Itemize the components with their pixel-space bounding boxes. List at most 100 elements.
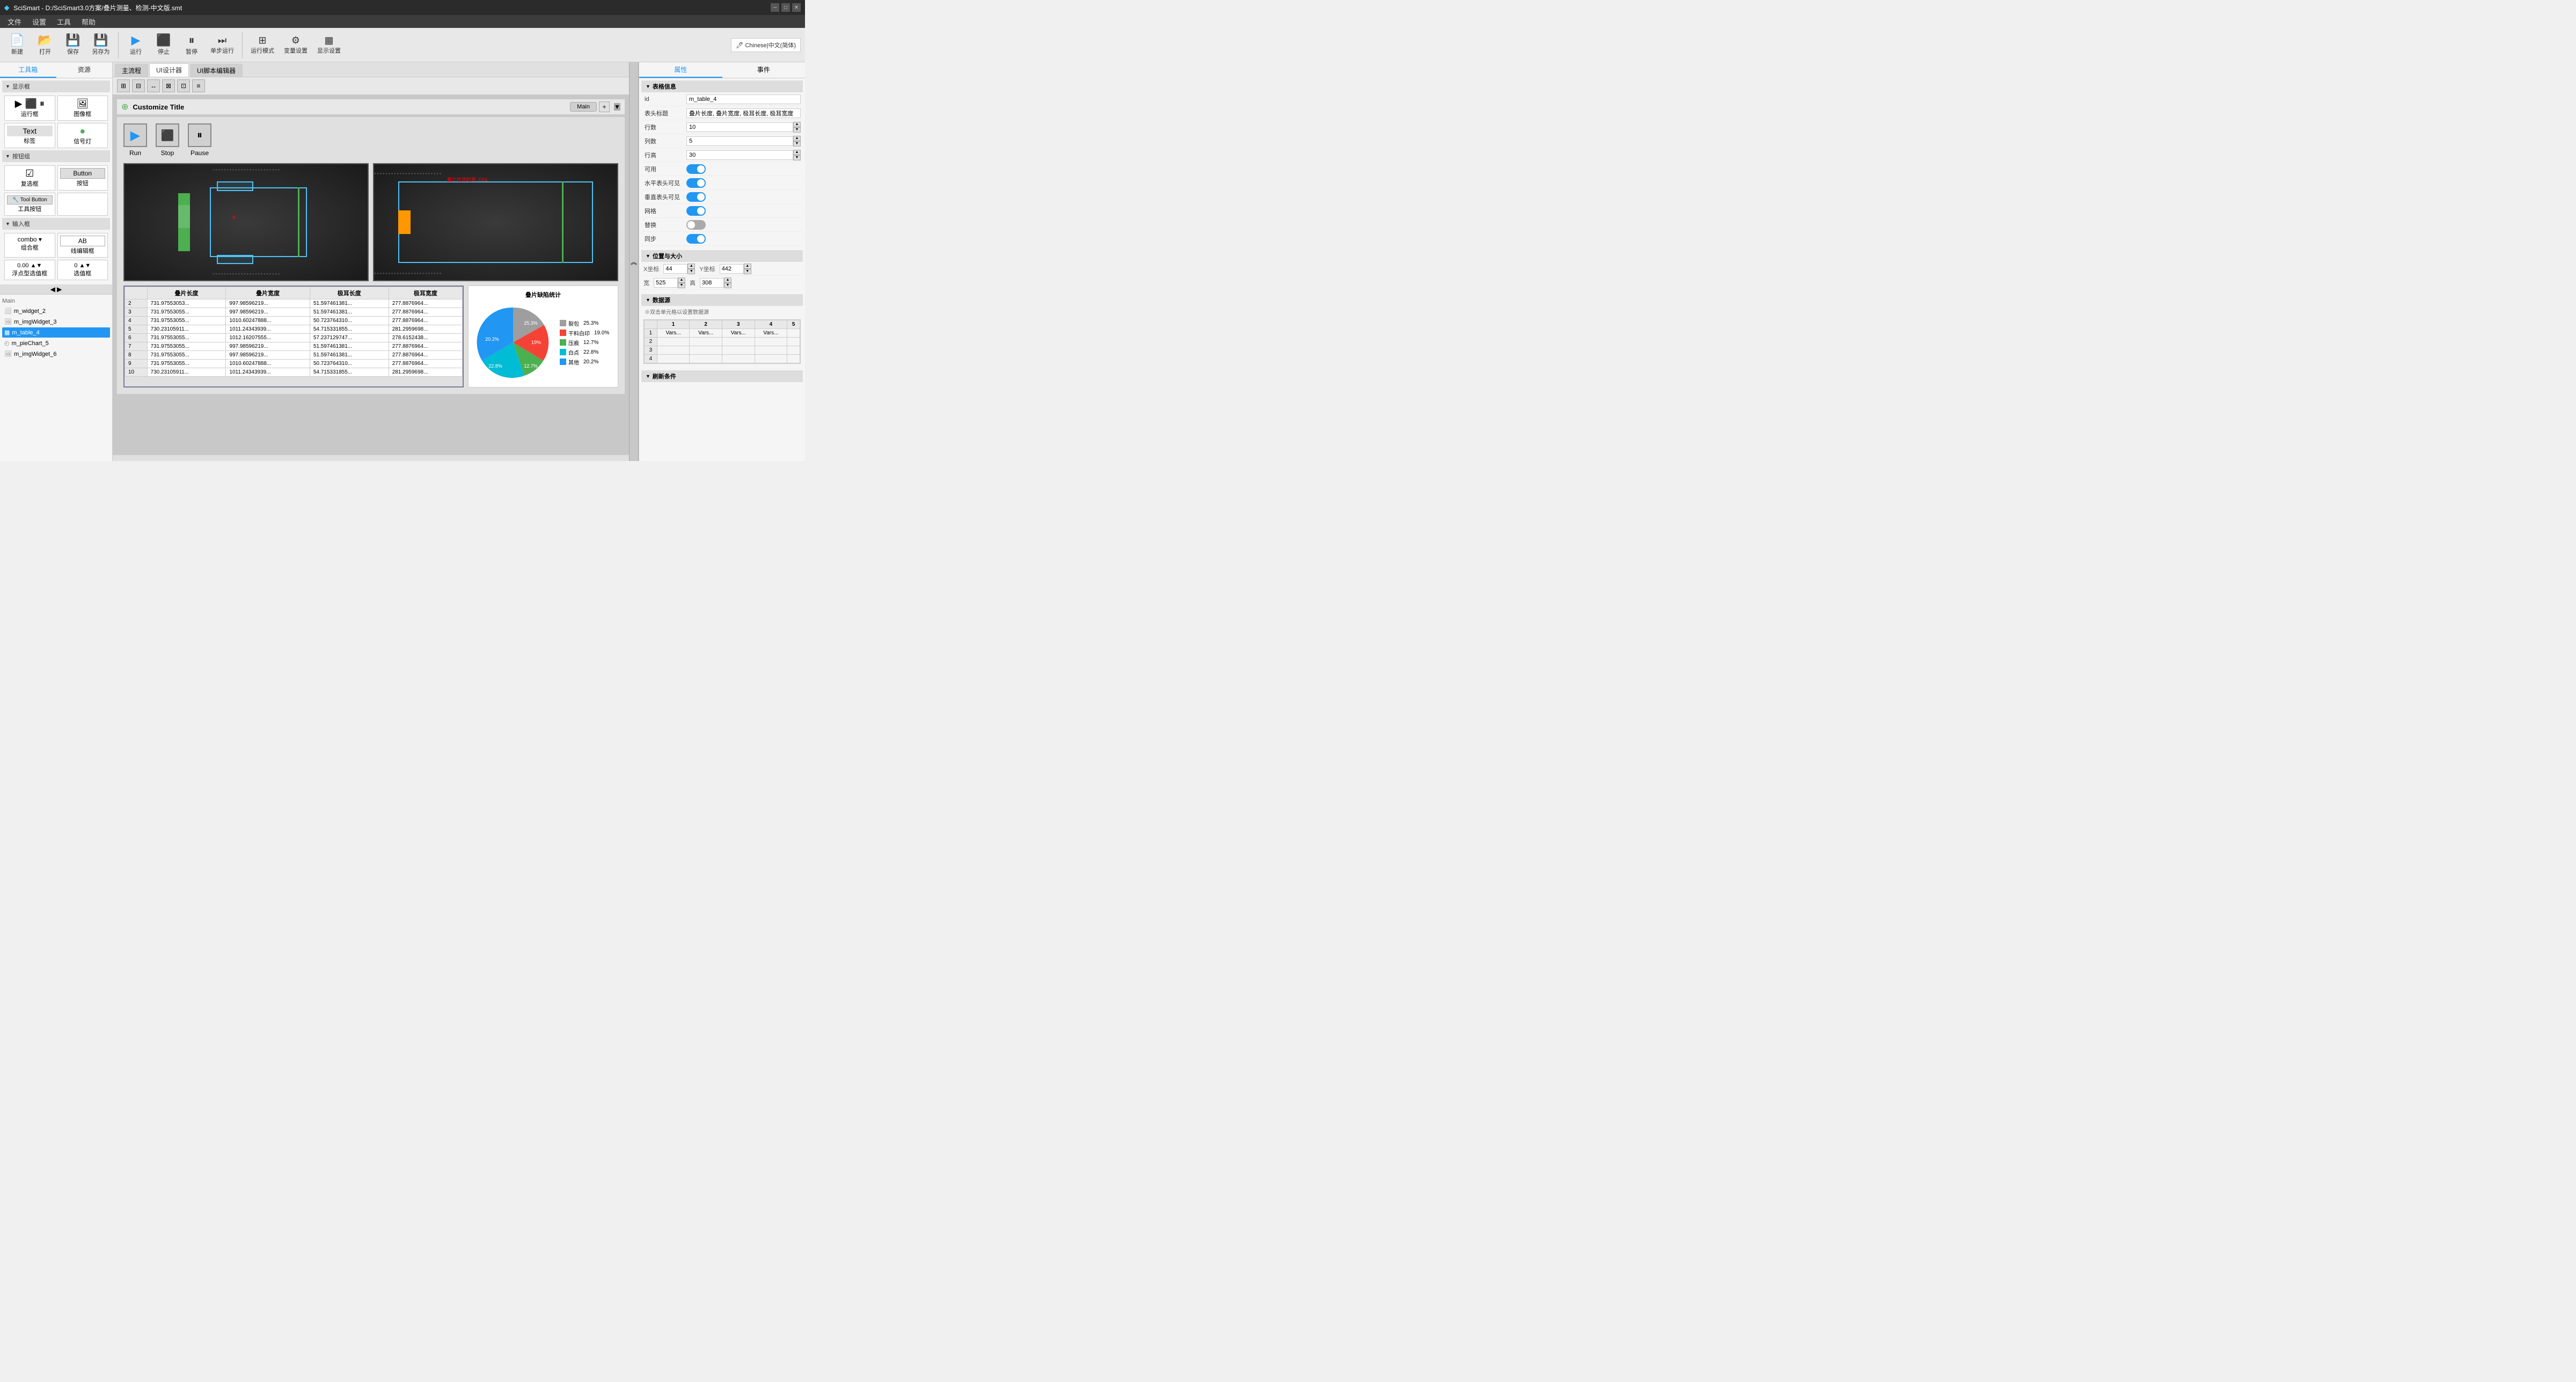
prop-input-id[interactable] (686, 94, 801, 104)
cell-5-3[interactable]: 277.8876964... (389, 342, 462, 351)
tab-resources[interactable]: 资源 (56, 62, 113, 78)
image-frame-item[interactable]: 🖼 图像框 (57, 96, 108, 121)
cell-4-0[interactable]: 731.97553055... (147, 334, 226, 342)
tab-ui-script[interactable]: UI脚本编辑器 (190, 64, 243, 77)
display-section-title[interactable]: 显示框 (2, 81, 110, 92)
canvas-run-button[interactable]: ▶ Run (123, 123, 147, 157)
ds-cell-0-2[interactable]: Vars... (722, 329, 755, 338)
prop-input-rowheight[interactable] (686, 150, 793, 160)
cell-1-0[interactable]: 731.97553055... (147, 308, 226, 317)
toggle-sync[interactable] (686, 234, 706, 244)
ds-cell-2-1[interactable] (690, 346, 722, 355)
table-info-title[interactable]: 表格信息 (641, 81, 803, 92)
cell-1-3[interactable]: 277.8876964... (389, 308, 462, 317)
cell-8-0[interactable]: 730.23105911... (147, 368, 226, 377)
ds-cell-0-4[interactable] (787, 329, 800, 338)
cell-6-1[interactable]: 997.98596219... (226, 351, 310, 360)
ds-cell-0-0[interactable]: Vars... (657, 329, 690, 338)
tree-item-widget2[interactable]: ⬜ m_widget_2 (2, 306, 110, 316)
prop-input-h[interactable] (700, 278, 724, 288)
run-mode-button[interactable]: ⊞ 运行模式 (247, 30, 278, 60)
menu-settings[interactable]: 设置 (27, 15, 52, 28)
ds-cell-1-3[interactable] (755, 338, 787, 346)
cell-0-2[interactable]: 51.597461381... (310, 299, 389, 308)
ds-cell-1-1[interactable] (690, 338, 722, 346)
display-settings-button[interactable]: ▦ 显示设置 (313, 30, 345, 60)
tree-item-table4[interactable]: ▦ m_table_4 (2, 327, 110, 338)
tab-toolbox[interactable]: 工具箱 (0, 62, 56, 78)
cols-spin-down[interactable]: ▼ (793, 141, 801, 147)
cell-2-3[interactable]: 277.8876964... (389, 317, 462, 325)
checkbox-item[interactable]: ☑ 复选框 (4, 165, 55, 191)
x-spin-down[interactable]: ▼ (687, 269, 695, 274)
scroll-left[interactable]: ◀ ▶ (0, 284, 112, 294)
toggle-hheader[interactable] (686, 178, 706, 188)
menu-tools[interactable]: 工具 (52, 15, 76, 28)
cols-spin-up[interactable]: ▲ (793, 136, 801, 141)
datasource-title[interactable]: 数据源 (641, 294, 803, 306)
tab-events[interactable]: 事件 (722, 62, 806, 78)
prop-input-header[interactable] (686, 108, 801, 118)
ds-cell-0-3[interactable]: Vars... (755, 329, 787, 338)
var-settings-button[interactable]: ⚙ 变量设置 (280, 30, 311, 60)
button-item[interactable]: Button 按钮 (57, 165, 108, 191)
float-spin-item[interactable]: 0.00 ▲▼ 浮点型选值框 (4, 260, 55, 280)
cell-4-1[interactable]: 1012.16207555... (226, 334, 310, 342)
saveas-button[interactable]: 💾 另存为 (88, 30, 114, 60)
cell-7-2[interactable]: 50.723764310... (310, 360, 389, 368)
cell-6-2[interactable]: 51.597461381... (310, 351, 389, 360)
ds-row[interactable]: 3 (645, 346, 800, 355)
data-table-container[interactable]: 叠片长度 叠片宽度 极耳长度 极耳宽度 2731.97553053...997.… (123, 286, 464, 387)
cell-4-2[interactable]: 57.237129747... (310, 334, 389, 342)
table-row[interactable]: 9731.97553055...1010.60247888...50.72376… (125, 360, 463, 368)
ds-cell-2-3[interactable] (755, 346, 787, 355)
ds-cell-2-0[interactable] (657, 346, 690, 355)
tab-main-flow[interactable]: 主流程 (115, 64, 148, 77)
run-button[interactable]: ▶ 运行 (123, 30, 149, 60)
cell-3-2[interactable]: 54.715331855... (310, 325, 389, 334)
h-spin-up[interactable]: ▲ (724, 277, 731, 283)
y-spin-down[interactable]: ▼ (744, 269, 751, 274)
prop-input-cols[interactable] (686, 136, 793, 146)
cell-8-2[interactable]: 54.715331855... (310, 368, 389, 377)
save-button[interactable]: 💾 保存 (60, 30, 86, 60)
menu-help[interactable]: 帮助 (76, 15, 101, 28)
ds-cell-3-1[interactable] (690, 355, 722, 363)
ds-row[interactable]: 1Vars...Vars...Vars...Vars... (645, 329, 800, 338)
tool-button-item[interactable]: 🔧 Tool Button 工具按钮 (4, 193, 55, 216)
stop-button[interactable]: ⬛ 停止 (151, 30, 177, 60)
ds-row[interactable]: 4 (645, 355, 800, 363)
canvas-scroll-right[interactable]: ▼ (614, 103, 620, 111)
tree-item-imgwidget6[interactable]: 🖼 m_imgWidget_6 (2, 349, 110, 359)
language-selector[interactable]: 🖊 Chinese|中文(简体) (731, 38, 801, 52)
canvas-tool-3[interactable]: ↔ (147, 79, 160, 92)
canvas-tool-5[interactable]: ⊡ (177, 79, 190, 92)
ds-cell-3-4[interactable] (787, 355, 800, 363)
table-row[interactable]: 2731.97553053...997.98596219...51.597461… (125, 299, 463, 308)
rows-spin-up[interactable]: ▲ (793, 122, 801, 127)
open-button[interactable]: 📂 打开 (32, 30, 58, 60)
canvas-tool-2[interactable]: ⊟ (132, 79, 145, 92)
h-spin-down[interactable]: ▼ (724, 283, 731, 288)
canvas-tool-4[interactable]: ⊠ (162, 79, 175, 92)
cell-5-1[interactable]: 997.98596219... (226, 342, 310, 351)
x-spin-up[interactable]: ▲ (687, 264, 695, 269)
cell-0-0[interactable]: 731.97553053... (147, 299, 226, 308)
table-row[interactable]: 7731.97553055...997.98596219...51.597461… (125, 342, 463, 351)
bottom-scrollbar[interactable] (113, 455, 629, 461)
tree-item-imgwidget3[interactable]: 🖼 m_imgWidget_3 (2, 317, 110, 327)
ds-cell-3-2[interactable] (722, 355, 755, 363)
cell-4-3[interactable]: 278.6152438... (389, 334, 462, 342)
toggle-enabled[interactable] (686, 164, 706, 174)
rowheight-spin-up[interactable]: ▲ (793, 150, 801, 155)
w-spin-down[interactable]: ▼ (678, 283, 685, 288)
label-item[interactable]: Text 标签 (4, 123, 55, 148)
add-page-button[interactable]: + (599, 101, 610, 112)
ds-cell-2-4[interactable] (787, 346, 800, 355)
step-run-button[interactable]: ⏭ 单步运行 (207, 30, 238, 60)
prop-input-y[interactable] (720, 264, 744, 274)
canvas-pause-button[interactable]: ⏸ Pause (188, 123, 211, 157)
cell-7-0[interactable]: 731.97553055... (147, 360, 226, 368)
cell-5-0[interactable]: 731.97553055... (147, 342, 226, 351)
cell-0-1[interactable]: 997.98596219... (226, 299, 310, 308)
